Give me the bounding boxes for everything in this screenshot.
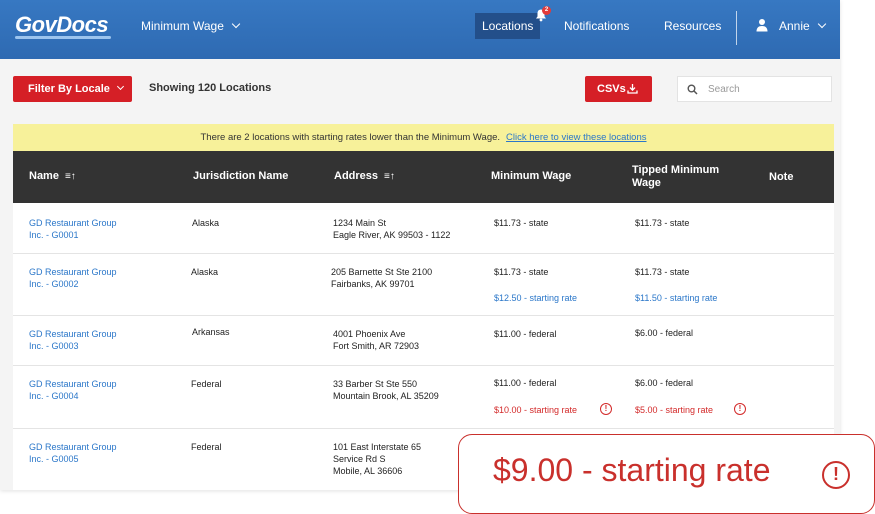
jurisdiction-cell: Federal	[191, 379, 222, 389]
callout-starting-rate: $9.00 - starting rate	[493, 452, 771, 488]
column-header-jurisdiction: Jurisdiction Name	[193, 170, 289, 182]
govdocs-logo[interactable]: GovDocs	[15, 12, 109, 38]
product-menu-label: Minimum Wage	[141, 19, 224, 33]
column-header-address[interactable]: Address ≡↑	[334, 170, 395, 183]
location-name-line1: GD Restaurant Group	[29, 267, 117, 277]
address-cell: 1234 Main St Eagle River, AK 99503 - 112…	[333, 217, 450, 241]
location-name-line1: GD Restaurant Group	[29, 442, 117, 452]
location-name-link[interactable]: GD Restaurant Group Inc. - G0004	[29, 378, 117, 402]
address-line3: Mobile, AL 36606	[333, 466, 403, 476]
sort-icon[interactable]: ≡↑	[65, 170, 76, 183]
jurisdiction-cell: Alaska	[192, 218, 220, 228]
location-name-line1: GD Restaurant Group	[29, 379, 117, 389]
warning-icon[interactable]: !	[734, 403, 746, 415]
tipped-wage-cell: $6.00 - federal	[635, 328, 694, 338]
logo-underline	[15, 36, 111, 39]
address-cell: 33 Barber St Ste 550 Mountain Brook, AL …	[333, 378, 439, 402]
filter-button-label: Filter By Locale	[28, 83, 110, 95]
chevron-down-icon	[116, 82, 124, 91]
table-row: GD Restaurant Group Inc. - G0001 Alaska …	[13, 203, 834, 254]
minimum-wage-starting-rate: $12.50 - starting rate	[494, 293, 578, 303]
address-line1: 205 Barnette St Ste 2100	[331, 267, 433, 277]
address-line2: Mountain Brook, AL 35209	[333, 391, 439, 401]
column-header-name[interactable]: Name ≡↑	[29, 170, 76, 183]
nav-divider	[736, 11, 737, 45]
location-name-line1: GD Restaurant Group	[29, 218, 117, 228]
jurisdiction-cell: Arkansas	[192, 327, 230, 337]
location-name-link[interactable]: GD Restaurant Group Inc. - G0003	[29, 328, 117, 352]
column-header-minimum-wage: Minimum Wage	[491, 170, 572, 182]
address-line1: 33 Barber St Ste 550	[333, 379, 418, 389]
location-name-line2: Inc. - G0003	[29, 341, 79, 351]
tipped-wage-cell: $11.73 - state	[635, 218, 690, 228]
tipped-wage-cell: $6.00 - federal	[635, 378, 694, 388]
alert-message: There are 2 locations with starting rate…	[200, 132, 501, 143]
location-name-line2: Inc. - G0005	[29, 454, 79, 464]
column-header-address-label: Address	[334, 170, 379, 182]
csv-download-button[interactable]: CSVs	[585, 76, 652, 102]
location-name-line1: GD Restaurant Group	[29, 329, 117, 339]
location-name-line2: Inc. - G0004	[29, 391, 79, 401]
nav-notifications[interactable]: Notifications	[564, 0, 629, 52]
minimum-wage-cell: $11.73 - state	[494, 267, 549, 277]
search-box[interactable]	[677, 76, 832, 102]
minimum-wage-cell: $11.00 - federal	[494, 378, 557, 388]
user-icon	[756, 19, 768, 32]
address-cell: 205 Barnette St Ste 2100 Fairbanks, AK 9…	[331, 266, 432, 290]
chevron-down-icon	[231, 19, 241, 29]
filter-by-locale-button[interactable]: Filter By Locale	[13, 76, 132, 102]
address-cell: 101 East Interstate 65 Service Rd S Mobi…	[333, 441, 421, 477]
csv-button-label: CSVs	[597, 83, 626, 95]
top-navigation: GovDocs Minimum Wage Locations 2 Notific…	[0, 0, 840, 59]
sort-icon[interactable]: ≡↑	[384, 170, 395, 183]
download-icon	[627, 84, 638, 94]
user-menu[interactable]: Annie	[779, 0, 826, 52]
address-line1: 4001 Phoenix Ave	[333, 329, 406, 339]
search-input[interactable]	[708, 81, 826, 98]
address-line1: 1234 Main St	[333, 218, 387, 228]
address-line2: Service Rd S	[333, 454, 386, 464]
location-name-link[interactable]: GD Restaurant Group Inc. - G0001	[29, 217, 117, 241]
minimum-wage-cell: $11.00 - federal	[494, 329, 557, 339]
address-cell: 4001 Phoenix Ave Fort Smith, AR 72903	[333, 328, 419, 352]
jurisdiction-cell: Alaska	[191, 267, 219, 277]
showing-count: Showing 120 Locations	[149, 82, 272, 94]
minimum-wage-starting-rate: $10.00 - starting rate	[494, 405, 578, 415]
tipped-wage-cell: $11.73 - state	[635, 267, 690, 277]
location-name-line2: Inc. - G0002	[29, 279, 79, 289]
search-icon	[687, 84, 698, 95]
column-header-name-label: Name	[29, 170, 59, 182]
user-name: Annie	[779, 19, 810, 33]
app-window: GovDocs Minimum Wage Locations 2 Notific…	[0, 0, 840, 490]
view-locations-link[interactable]: Click here to view these locations	[506, 132, 646, 143]
table-row: GD Restaurant Group Inc. - G0002 Alaska …	[13, 254, 834, 316]
location-name-line2: Inc. - G0001	[29, 230, 79, 240]
product-menu[interactable]: Minimum Wage	[141, 0, 241, 52]
tipped-wage-starting-rate: $11.50 - starting rate	[635, 293, 718, 303]
column-header-note: Note	[769, 171, 794, 183]
address-line2: Fairbanks, AK 99701	[331, 279, 415, 289]
nav-locations[interactable]: Locations	[475, 13, 541, 39]
address-line2: Fort Smith, AR 72903	[333, 341, 420, 351]
warning-icon: !	[822, 461, 850, 489]
tipped-wage-starting-rate: $5.00 - starting rate	[635, 405, 714, 415]
notification-badge: 2	[542, 6, 551, 15]
tipped-header-line1: Tipped Minimum	[632, 164, 720, 176]
alert-banner: There are 2 locations with starting rate…	[13, 124, 834, 151]
chevron-down-icon	[817, 19, 826, 29]
location-name-link[interactable]: GD Restaurant Group Inc. - G0005	[29, 441, 117, 465]
warning-icon[interactable]: !	[600, 403, 612, 415]
address-line1: 101 East Interstate 65	[333, 442, 422, 452]
column-header-tipped-minimum-wage: Tipped Minimum Wage	[632, 164, 719, 190]
nav-resources[interactable]: Resources	[664, 0, 721, 52]
location-name-link[interactable]: GD Restaurant Group Inc. - G0002	[29, 266, 117, 290]
tipped-header-line2: Wage	[632, 177, 661, 189]
table-header: Name ≡↑ Jurisdiction Name Address ≡↑ Minim…	[13, 151, 834, 203]
table-row: GD Restaurant Group Inc. - G0004 Federal…	[13, 366, 834, 429]
address-line2: Eagle River, AK 99503 - 1122	[333, 230, 451, 240]
table-row: GD Restaurant Group Inc. - G0003 Arkansa…	[13, 316, 834, 366]
starting-rate-callout: $9.00 - starting rate !	[458, 434, 875, 514]
minimum-wage-cell: $11.73 - state	[494, 218, 549, 228]
jurisdiction-cell: Federal	[191, 442, 222, 452]
